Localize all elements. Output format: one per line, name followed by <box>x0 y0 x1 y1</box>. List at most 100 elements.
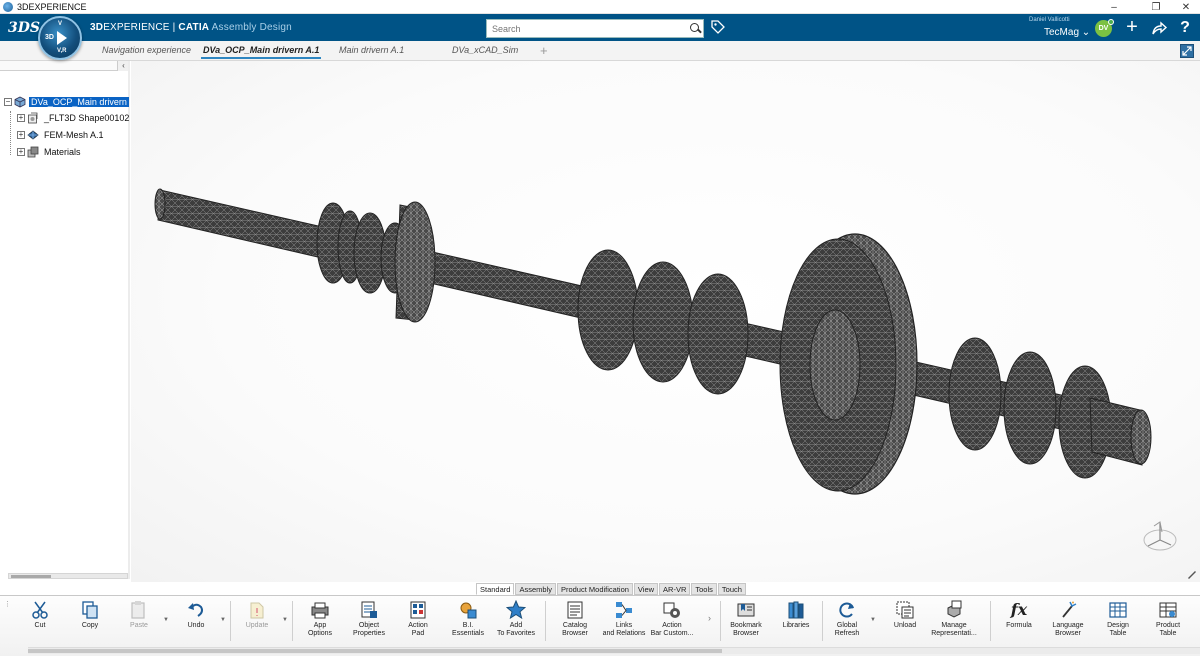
shape-icon <box>28 112 38 124</box>
add-to-favorites-button[interactable]: Add To Favorites <box>495 600 537 642</box>
design-table-icon <box>1109 602 1127 618</box>
search-input[interactable] <box>487 20 687 37</box>
compass-play-icon[interactable] <box>57 31 67 45</box>
compass-widget[interactable]: V 3D V,R <box>38 16 82 60</box>
document-tabs: Navigation experience DVa_OCP_Main drive… <box>0 41 1200 61</box>
ds-logo-icon[interactable]: 3DS <box>8 20 40 36</box>
cut-button[interactable]: Cut <box>28 600 52 642</box>
view-compass-icon[interactable] <box>1140 518 1180 554</box>
brand-app: CATIA <box>178 22 210 33</box>
refresh-dropdown-icon[interactable]: ▼ <box>870 617 876 623</box>
minimize-icon[interactable]: – <box>1100 0 1128 14</box>
brand-title: 3DEXPERIENCE | CATIA Assembly Design <box>90 22 292 33</box>
tree-splitter[interactable] <box>128 61 130 579</box>
action-bar-customization-button[interactable]: Action Bar Custom... <box>650 600 694 642</box>
links-and-relations-button[interactable]: Links and Relations <box>601 600 647 642</box>
bi-essentials-button[interactable]: B.I. Essentials <box>450 600 486 642</box>
section-tab-standard[interactable]: Standard <box>476 583 515 595</box>
copy-icon <box>82 601 98 619</box>
tree-item-label[interactable]: Materials <box>42 147 83 157</box>
section-tab-view[interactable]: View <box>633 583 659 595</box>
scrollbar-thumb[interactable] <box>11 575 51 578</box>
action-bar-scrollbar[interactable] <box>28 647 1200 654</box>
libraries-button[interactable]: Libraries <box>779 600 813 642</box>
share-icon[interactable] <box>1150 19 1168 37</box>
design-table-button[interactable]: Design Table <box>1102 600 1134 642</box>
tab-main-drivern[interactable]: Main drivern A.1 <box>339 45 404 55</box>
action-bar-handle[interactable]: ⋮ <box>4 600 12 642</box>
product-table-button[interactable]: Product Table <box>1152 600 1184 642</box>
global-refresh-button[interactable]: Global Refresh <box>832 600 862 642</box>
language-browser-button[interactable]: Language Browser <box>1049 600 1087 642</box>
brand-workbench: Assembly Design <box>211 22 292 33</box>
help-icon[interactable]: ? <box>1176 18 1194 38</box>
tree-item-label[interactable]: _FLT3D Shape00102 <box>42 113 131 123</box>
scrollbar-thumb[interactable] <box>28 649 722 653</box>
bookmark-icon <box>737 603 755 617</box>
tree-horizontal-scrollbar[interactable] <box>8 573 128 579</box>
3d-viewport[interactable] <box>131 61 1200 582</box>
copy-button[interactable]: Copy <box>76 600 104 642</box>
pen-icon[interactable] <box>1186 568 1198 580</box>
paste-dropdown-icon[interactable]: ▼ <box>163 617 169 623</box>
restore-icon[interactable]: ❐ <box>1142 0 1170 14</box>
tree-item-shape[interactable]: + _FLT3D Shape00102 <box>17 111 131 125</box>
tag-icon[interactable] <box>711 20 725 34</box>
section-tab-tools[interactable]: Tools <box>691 583 717 595</box>
catalog-browser-button[interactable]: Catalog Browser <box>558 600 592 642</box>
star-icon <box>506 600 526 620</box>
action-bar: ⋮ Cut Copy Paste ▼ Undo ▼ Update ▼ App O… <box>0 595 1200 656</box>
search-box[interactable] <box>486 19 704 38</box>
unload-button[interactable]: Unload <box>890 600 920 642</box>
paste-button[interactable]: Paste <box>125 600 153 642</box>
more-actions-icon[interactable]: › <box>708 613 711 623</box>
section-tab-product-modification[interactable]: Product Modification <box>556 583 633 595</box>
expand-node-icon[interactable]: + <box>17 148 25 156</box>
undo-dropdown-icon[interactable]: ▼ <box>220 617 226 623</box>
tenant-selector[interactable]: TecMag ⌄ <box>1044 27 1090 38</box>
tree-item-fem-mesh[interactable]: + FEM-Mesh A.1 <box>17 128 106 142</box>
compass-left-label: 3D <box>45 34 54 41</box>
fx-icon: fx <box>1010 600 1028 619</box>
tree-item-materials[interactable]: + Materials <box>17 145 83 159</box>
tab-dva-xcad-sim[interactable]: DVa_xCAD_Sim <box>452 45 518 55</box>
expand-node-icon[interactable]: + <box>17 131 25 139</box>
tree-item-root[interactable]: − DVa_OCP_Main drivern <box>4 95 129 109</box>
tab-navigation-experience[interactable]: Navigation experience <box>102 45 191 55</box>
separator <box>292 601 293 641</box>
section-tab-assembly[interactable]: Assembly <box>515 583 556 595</box>
user-name: Daniel Vallicotti <box>1029 17 1070 23</box>
section-tab-touch[interactable]: Touch <box>717 583 746 595</box>
undo-button[interactable]: Undo <box>182 600 210 642</box>
bookmark-browser-button[interactable]: Bookmark Browser <box>727 600 765 642</box>
search-icon[interactable] <box>687 21 703 37</box>
tree-item-label[interactable]: FEM-Mesh A.1 <box>42 130 106 140</box>
manage-representations-button[interactable]: Manage Representati... <box>930 600 978 642</box>
printer-icon <box>311 602 329 619</box>
manage-representations-icon <box>947 600 962 618</box>
tenant-name: TecMag <box>1044 27 1080 38</box>
mesh-shaft-model[interactable] <box>131 61 1200 582</box>
app-options-button[interactable]: App Options <box>304 600 336 642</box>
section-tab-ar-vr[interactable]: AR-VR <box>659 583 691 595</box>
tree-connector <box>10 111 11 155</box>
object-properties-button[interactable]: Object Properties <box>351 600 387 642</box>
update-dropdown-icon[interactable]: ▼ <box>282 617 288 623</box>
scissors-icon <box>32 601 48 619</box>
formula-button[interactable]: fx Formula <box>1003 600 1035 642</box>
separator <box>720 601 721 641</box>
close-icon[interactable]: ✕ <box>1172 0 1200 14</box>
properties-icon <box>361 601 377 618</box>
add-tab-icon[interactable]: + <box>540 43 548 58</box>
action-pad-button[interactable]: Action Pad <box>404 600 432 642</box>
links-icon <box>616 602 632 618</box>
expand-node-icon[interactable]: + <box>17 114 25 122</box>
maximize-viewport-icon[interactable] <box>1180 44 1194 58</box>
plus-icon[interactable]: + <box>1123 17 1141 38</box>
collapse-node-icon[interactable]: − <box>4 98 12 106</box>
language-browser-icon <box>1062 601 1077 618</box>
tree-item-label[interactable]: DVa_OCP_Main drivern <box>29 97 129 107</box>
tab-dva-ocp-main[interactable]: DVa_OCP_Main drivern A.1 <box>200 45 322 59</box>
separator <box>822 601 823 641</box>
update-button[interactable]: Update <box>241 600 273 642</box>
